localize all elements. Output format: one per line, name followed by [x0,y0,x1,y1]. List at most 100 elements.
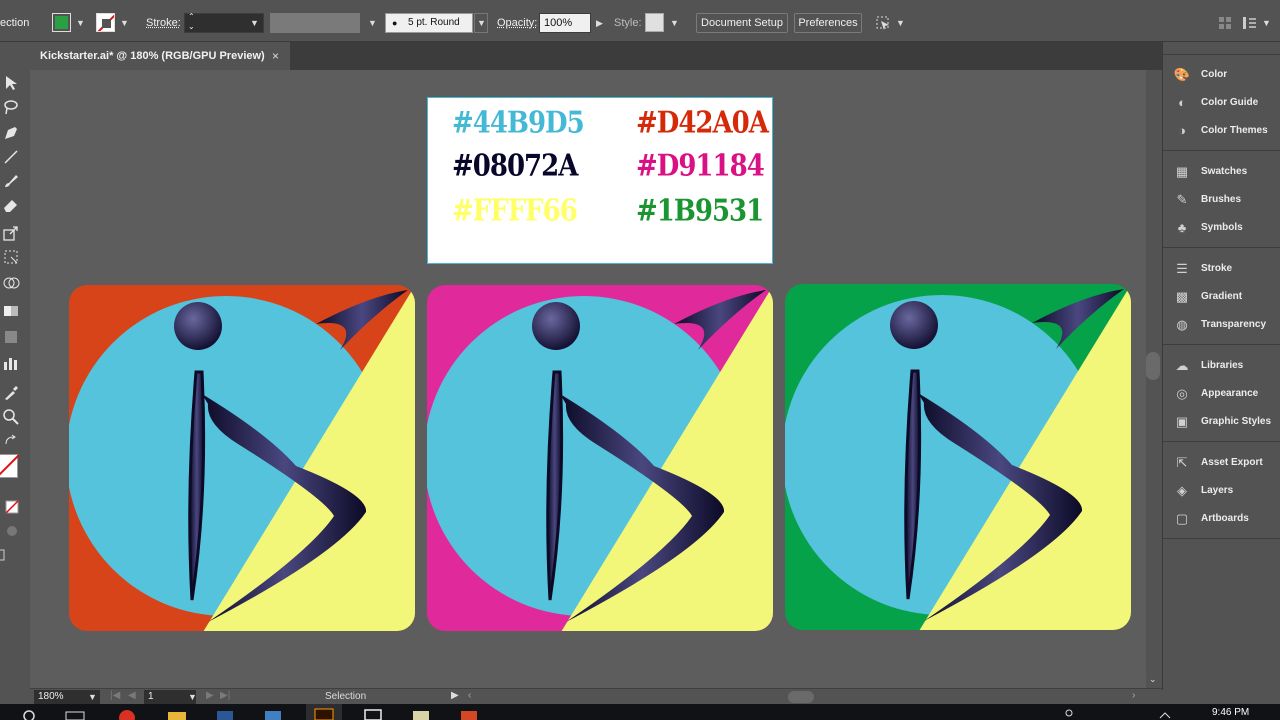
panel-menu-icon[interactable] [1242,15,1258,31]
panel-item-graphic-styles[interactable]: ▣ Graphic Styles [1163,409,1280,435]
opacity-label[interactable]: Opacity: [497,17,537,29]
window-app-icon[interactable] [362,708,384,720]
opacity-field[interactable]: 100% [539,13,591,33]
logo-green[interactable] [784,283,1132,631]
panel-item-color-themes[interactable]: ◑ Color Themes [1163,118,1280,144]
arrange-icon[interactable] [874,14,892,32]
stroke-label[interactable]: Stroke: [146,17,181,29]
panel-item-color[interactable]: 🎨 Color [1163,62,1280,88]
panel-item-stroke[interactable]: ☰ Stroke [1163,256,1280,282]
zoom-value: 180% [38,691,64,702]
panel-item-label: Gradient [1201,291,1243,302]
logo-magenta[interactable] [426,284,774,632]
search-icon[interactable] [22,708,36,720]
status-menu-icon[interactable]: ▶ [451,690,459,701]
close-icon[interactable]: × [272,49,279,63]
graph-tool-icon[interactable] [2,354,20,372]
last-artboard-icon[interactable]: ▶| [220,690,230,701]
logo-head [174,302,222,350]
file-explorer-icon[interactable] [166,708,188,720]
panel-item-libraries[interactable]: ☁ Libraries [1163,353,1280,379]
scale-tool-icon[interactable] [2,224,20,242]
stroke-weight-dropdown-icon[interactable]: ▼ [250,18,259,28]
panel-item-asset-export[interactable]: ⇱ Asset Export [1163,450,1280,476]
stroke-swatch[interactable] [96,13,115,32]
style-swatch[interactable] [645,13,664,32]
panel-item-layers[interactable]: ◈ Layers [1163,478,1280,504]
brush-definition[interactable]: ● 5 pt. Round [385,13,473,33]
task-view-icon[interactable] [64,708,86,720]
panel-item-transparency[interactable]: ◍ Transparency [1163,312,1280,338]
word-icon[interactable] [214,708,236,720]
powerpoint-icon[interactable] [458,708,480,720]
fill-swatch[interactable] [52,13,71,32]
gradient-tool-icon[interactable] [2,302,20,320]
brush-dot-icon: ● [392,18,398,28]
selection-label: ection [0,17,30,29]
panel-dropdown-icon[interactable]: ▼ [1262,18,1271,28]
logo-head [532,302,580,350]
scroll-left-icon[interactable]: ‹ [468,690,471,701]
opacity-arrow-icon[interactable]: ▶ [596,18,603,29]
drawing-mode-icon[interactable] [5,524,19,538]
scroll-right-icon[interactable]: › [1132,690,1135,701]
panel-item-label: Transparency [1201,319,1267,330]
document-tab[interactable]: Kickstarter.ai* @ 180% (RGB/GPU Preview)… [30,42,290,70]
panel-item-appearance[interactable]: ◎ Appearance [1163,381,1280,407]
eyedropper-tool-icon[interactable] [2,384,20,402]
screen-mode-icon[interactable] [0,548,6,562]
zoom-tool-icon[interactable] [2,408,20,426]
illustrator-taskbar-button[interactable] [306,704,342,720]
chrome-icon[interactable] [116,707,138,720]
mesh-tool-icon[interactable] [2,328,20,346]
selection-tool-icon[interactable] [2,74,20,92]
first-artboard-icon[interactable]: |◀ [110,690,120,701]
horizontal-scrollbar-thumb[interactable] [788,691,814,703]
panel-group-divider [1163,441,1280,442]
arrange-dropdown-icon[interactable]: ▼ [896,18,905,28]
style-dropdown-icon[interactable]: ▼ [670,18,679,28]
panel-group-divider [1163,344,1280,345]
brush-dropdown[interactable]: ▼ [474,13,488,33]
appearance-icon: ◎ [1176,386,1188,401]
panel-item-label: Swatches [1201,166,1248,177]
panel-item-brushes[interactable]: ✎ Brushes [1163,187,1280,213]
fill-dropdown-icon[interactable]: ▼ [76,18,85,28]
scroll-down-icon[interactable]: ⌄ [1149,674,1157,685]
panel-item-swatches[interactable]: ▦ Swatches [1163,159,1280,185]
panel-item-symbols[interactable]: ♣ Symbols [1163,215,1280,241]
line-tool-icon[interactable] [2,148,20,166]
photos-icon[interactable] [262,708,284,720]
panel-item-color-guide[interactable]: ◐ Color Guide [1163,90,1280,116]
profile-dropdown-icon[interactable]: ▼ [368,18,377,28]
panel-group-divider [1163,150,1280,151]
logo-red[interactable] [68,284,416,632]
fill-stroke-indicator[interactable] [0,454,20,478]
panel-item-gradient[interactable]: ▩ Gradient [1163,284,1280,310]
shape-builder-tool-icon[interactable] [2,274,20,292]
next-artboard-icon[interactable]: ▶ [206,690,214,701]
hex-code-5: #FFFF66 [452,194,578,229]
zoom-dropdown-icon[interactable]: ▼ [88,692,97,702]
preferences-button[interactable]: Preferences [794,13,862,33]
free-transform-tool-icon[interactable] [2,248,20,266]
vertical-scrollbar-thumb[interactable] [1146,352,1160,380]
panel-item-artboards[interactable]: ▢ Artboards [1163,506,1280,532]
stroke-dropdown-icon[interactable]: ▼ [120,18,129,28]
document-setup-button[interactable]: Document Setup [696,13,788,33]
workspace-grid-icon[interactable] [1218,16,1232,30]
pen-tool-icon[interactable] [2,124,20,142]
stepper-icon[interactable]: ⌃ ⌄ [188,12,195,32]
notes-icon[interactable] [410,708,432,720]
swap-fill-stroke-icon[interactable] [2,434,20,446]
tray-arrow-icon[interactable] [1158,710,1172,720]
person-icon[interactable] [1062,708,1076,720]
variable-width-profile[interactable] [270,13,360,33]
artboard-dropdown-icon[interactable]: ▼ [188,692,197,702]
previous-artboard-icon[interactable]: ◀ [128,690,136,701]
symbols-icon: ♣ [1177,220,1187,235]
none-color-icon[interactable] [5,500,19,514]
lasso-tool-icon[interactable] [2,98,20,116]
paintbrush-tool-icon[interactable] [2,172,20,190]
eraser-tool-icon[interactable] [2,196,20,214]
